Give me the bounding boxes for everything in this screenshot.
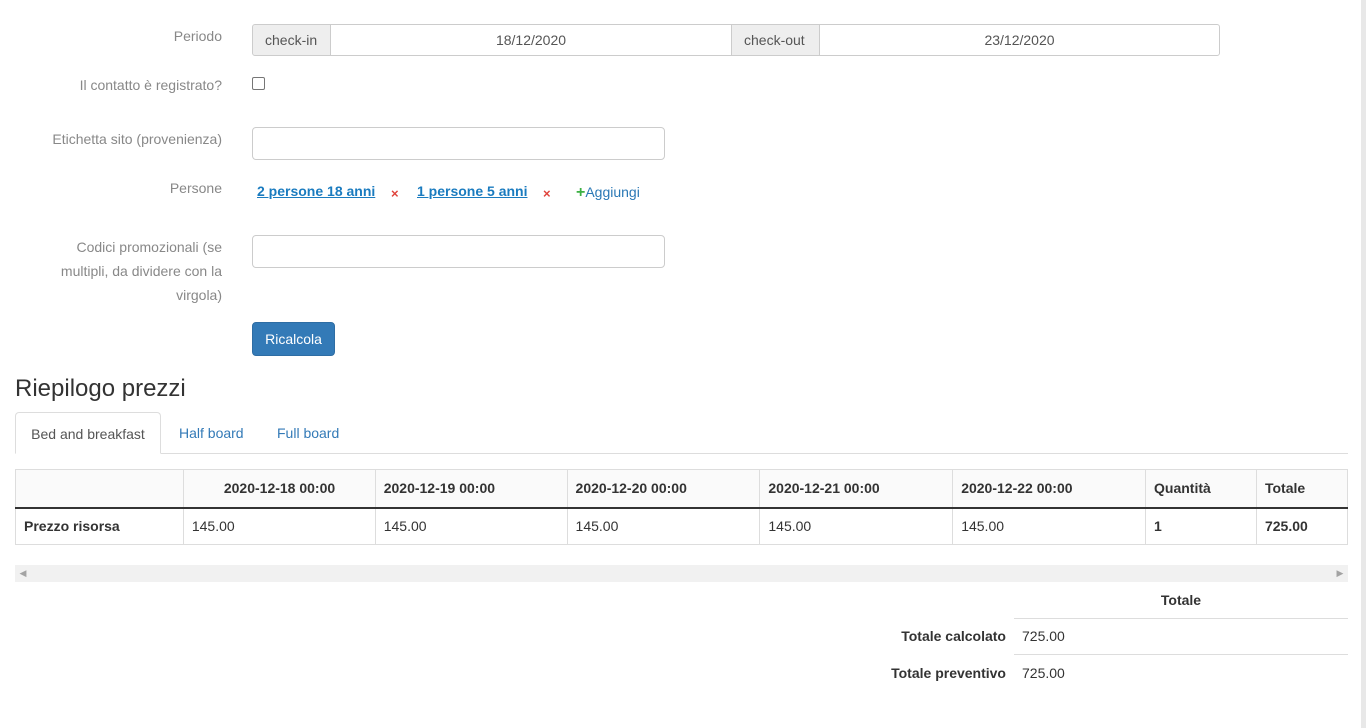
- table-cell: 145.00: [182, 507, 376, 545]
- price-table: 2020-12-18 00:00 2020-12-19 00:00 2020-1…: [15, 469, 1349, 545]
- table-header-cell: 2020-12-22 00:00: [952, 469, 1147, 509]
- price-summary-title: Riepilogo prezzi: [15, 375, 186, 402]
- vertical-scrollbar[interactable]: [1361, 0, 1366, 728]
- table-row: Prezzo risorsa 145.00 145.00 145.00 145.…: [15, 507, 1349, 545]
- tab-full-board[interactable]: Full board: [277, 412, 339, 454]
- checkout-addon: check-out: [732, 24, 819, 56]
- promo-label-line: Codici promozionali (se: [76, 239, 222, 255]
- scroll-left-icon[interactable]: ◀: [15, 565, 31, 582]
- scroll-right-icon[interactable]: ▶: [1332, 565, 1348, 582]
- table-cell: Prezzo risorsa: [15, 507, 184, 545]
- site-input[interactable]: [252, 127, 665, 160]
- checkout-date-input[interactable]: 23/12/2020: [819, 24, 1220, 56]
- promo-label: Codici promozionali (se multipli, da div…: [22, 235, 222, 307]
- table-header-cell: 2020-12-21 00:00: [759, 469, 954, 509]
- total-calculated-value: 725.00: [1014, 618, 1348, 655]
- total-quote-label: Totale preventivo: [891, 665, 1006, 681]
- promo-input[interactable]: [252, 235, 665, 268]
- persons-label: Persone: [169, 180, 222, 196]
- total-quote-value: 725.00: [1022, 665, 1065, 681]
- table-header-cell: [15, 469, 184, 509]
- table-header-row: 2020-12-18 00:00 2020-12-19 00:00 2020-1…: [15, 469, 1349, 509]
- checkin-date-input[interactable]: 18/12/2020: [331, 24, 732, 56]
- horizontal-scrollbar[interactable]: ◀ ▶: [15, 565, 1348, 582]
- table-header-cell: 2020-12-18 00:00: [182, 469, 376, 509]
- recalculate-button[interactable]: Ricalcola: [252, 322, 335, 356]
- checkin-addon: check-in: [252, 24, 331, 56]
- table-header-cell: Quantità: [1145, 469, 1257, 509]
- board-tabs: Bed and breakfast Half board Full board: [15, 412, 1348, 454]
- table-header-cell: 2020-12-19 00:00: [374, 469, 568, 509]
- add-person-label: Aggiungi: [585, 184, 640, 200]
- plus-icon: +: [576, 184, 586, 201]
- table-cell: 145.00: [759, 507, 954, 545]
- table-cell: 1: [1145, 507, 1257, 545]
- remove-icon[interactable]: ×: [543, 186, 551, 202]
- registered-checkbox[interactable]: [252, 77, 265, 90]
- table-header-cell: 2020-12-20 00:00: [566, 469, 761, 509]
- tab-bed-and-breakfast[interactable]: Bed and breakfast: [15, 412, 161, 454]
- promo-label-line: virgola): [176, 287, 222, 303]
- table-header-cell: Totale: [1255, 469, 1349, 509]
- period-input-group: check-in 18/12/2020 check-out 23/12/2020: [252, 24, 1220, 56]
- registered-label: Il contatto è registrato?: [79, 77, 222, 93]
- table-cell: 725.00: [1255, 507, 1349, 545]
- table-cell: 145.00: [566, 507, 761, 545]
- table-cell: 145.00: [952, 507, 1147, 545]
- add-person-link[interactable]: +Aggiungi: [576, 184, 640, 202]
- site-label: Etichetta sito (provenienza): [52, 131, 222, 147]
- tab-half-board[interactable]: Half board: [179, 412, 244, 454]
- promo-label-line: multipli, da dividere con la: [60, 263, 222, 279]
- period-label: Periodo: [173, 28, 222, 44]
- person-group-link[interactable]: 1 persone 5 anni: [417, 183, 527, 199]
- total-calculated-label: Totale calcolato: [901, 628, 1006, 644]
- remove-icon[interactable]: ×: [391, 186, 399, 202]
- totals-header: Totale: [1014, 582, 1348, 619]
- person-group-link[interactable]: 2 persone 18 anni: [257, 183, 375, 199]
- table-cell: 145.00: [374, 507, 568, 545]
